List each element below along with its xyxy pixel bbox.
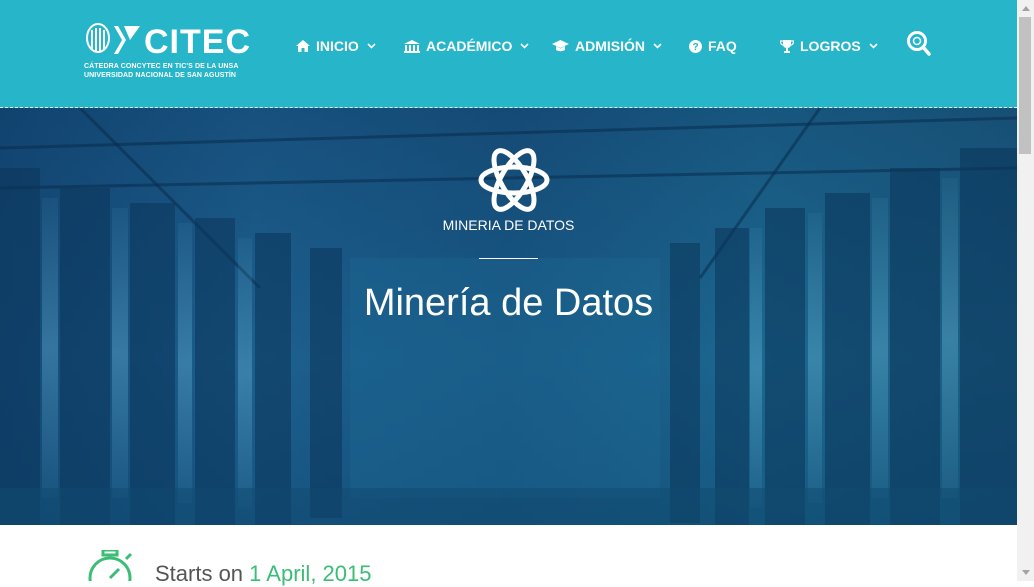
logo-subtitle: CÁTEDRA CONCYTEC EN TIC'S DE LA UNSA UNI… <box>84 62 254 80</box>
graduation-cap-icon <box>552 40 569 52</box>
main-nav: INICIO ACADÉMICO ADMISIÓN ? FAQ LOGROS <box>0 38 1017 58</box>
nav-label-academico: ACADÉMICO <box>426 38 513 54</box>
atom-icon <box>478 148 550 212</box>
site-header: CITEC CÁTEDRA CONCYTEC EN TIC'S DE LA UN… <box>0 0 1017 108</box>
chevron-down-icon <box>869 43 878 49</box>
course-start-date: Starts on 1 April, 2015 <box>155 561 371 587</box>
svg-text:?: ? <box>692 42 698 53</box>
stopwatch-icon <box>88 550 133 581</box>
hero-banner: MINERIA DE DATOS Minería de Datos <box>0 108 1017 525</box>
scroll-thumb[interactable] <box>1019 17 1031 154</box>
nav-label-logros: LOGROS <box>800 38 861 54</box>
vertical-scrollbar[interactable] <box>1017 0 1034 581</box>
page-title: Minería de Datos <box>363 282 654 324</box>
course-info: Starts on 1 April, 2015 <box>0 525 1017 586</box>
search-icon[interactable] <box>906 30 932 58</box>
trophy-icon <box>780 39 794 53</box>
starts-date: 1 April, 2015 <box>249 561 372 586</box>
chevron-down-icon <box>367 43 376 49</box>
nav-label-faq: FAQ <box>708 38 737 54</box>
question-circle-icon: ? <box>689 39 702 53</box>
nav-item-admision[interactable]: ADMISIÓN <box>552 38 662 54</box>
institution-icon <box>404 39 420 53</box>
logo-subtitle-line1: CÁTEDRA CONCYTEC EN TIC'S DE LA UNSA <box>84 63 239 70</box>
chevron-down-icon <box>653 43 662 49</box>
nav-item-academico[interactable]: ACADÉMICO <box>404 38 529 54</box>
nav-item-logros[interactable]: LOGROS <box>780 38 878 54</box>
scroll-down-icon <box>1021 570 1030 575</box>
starts-prefix: Starts on <box>155 561 244 586</box>
nav-item-inicio[interactable]: INICIO <box>296 38 376 54</box>
nav-label-inicio: INICIO <box>316 38 359 54</box>
nav-item-faq[interactable]: ? FAQ <box>689 38 737 54</box>
scroll-up-arrow[interactable] <box>1017 0 1034 17</box>
logo-subtitle-line2: UNIVERSIDAD NACIONAL DE SAN AGUSTÍN <box>84 72 237 79</box>
chevron-down-icon <box>520 43 529 49</box>
home-icon <box>296 40 310 52</box>
nav-label-admision: ADMISIÓN <box>575 38 645 54</box>
scroll-up-icon <box>1021 6 1030 11</box>
hero-kicker: MINERIA DE DATOS <box>442 217 575 233</box>
scroll-down-arrow[interactable] <box>1017 564 1034 581</box>
hero-divider <box>479 258 538 259</box>
